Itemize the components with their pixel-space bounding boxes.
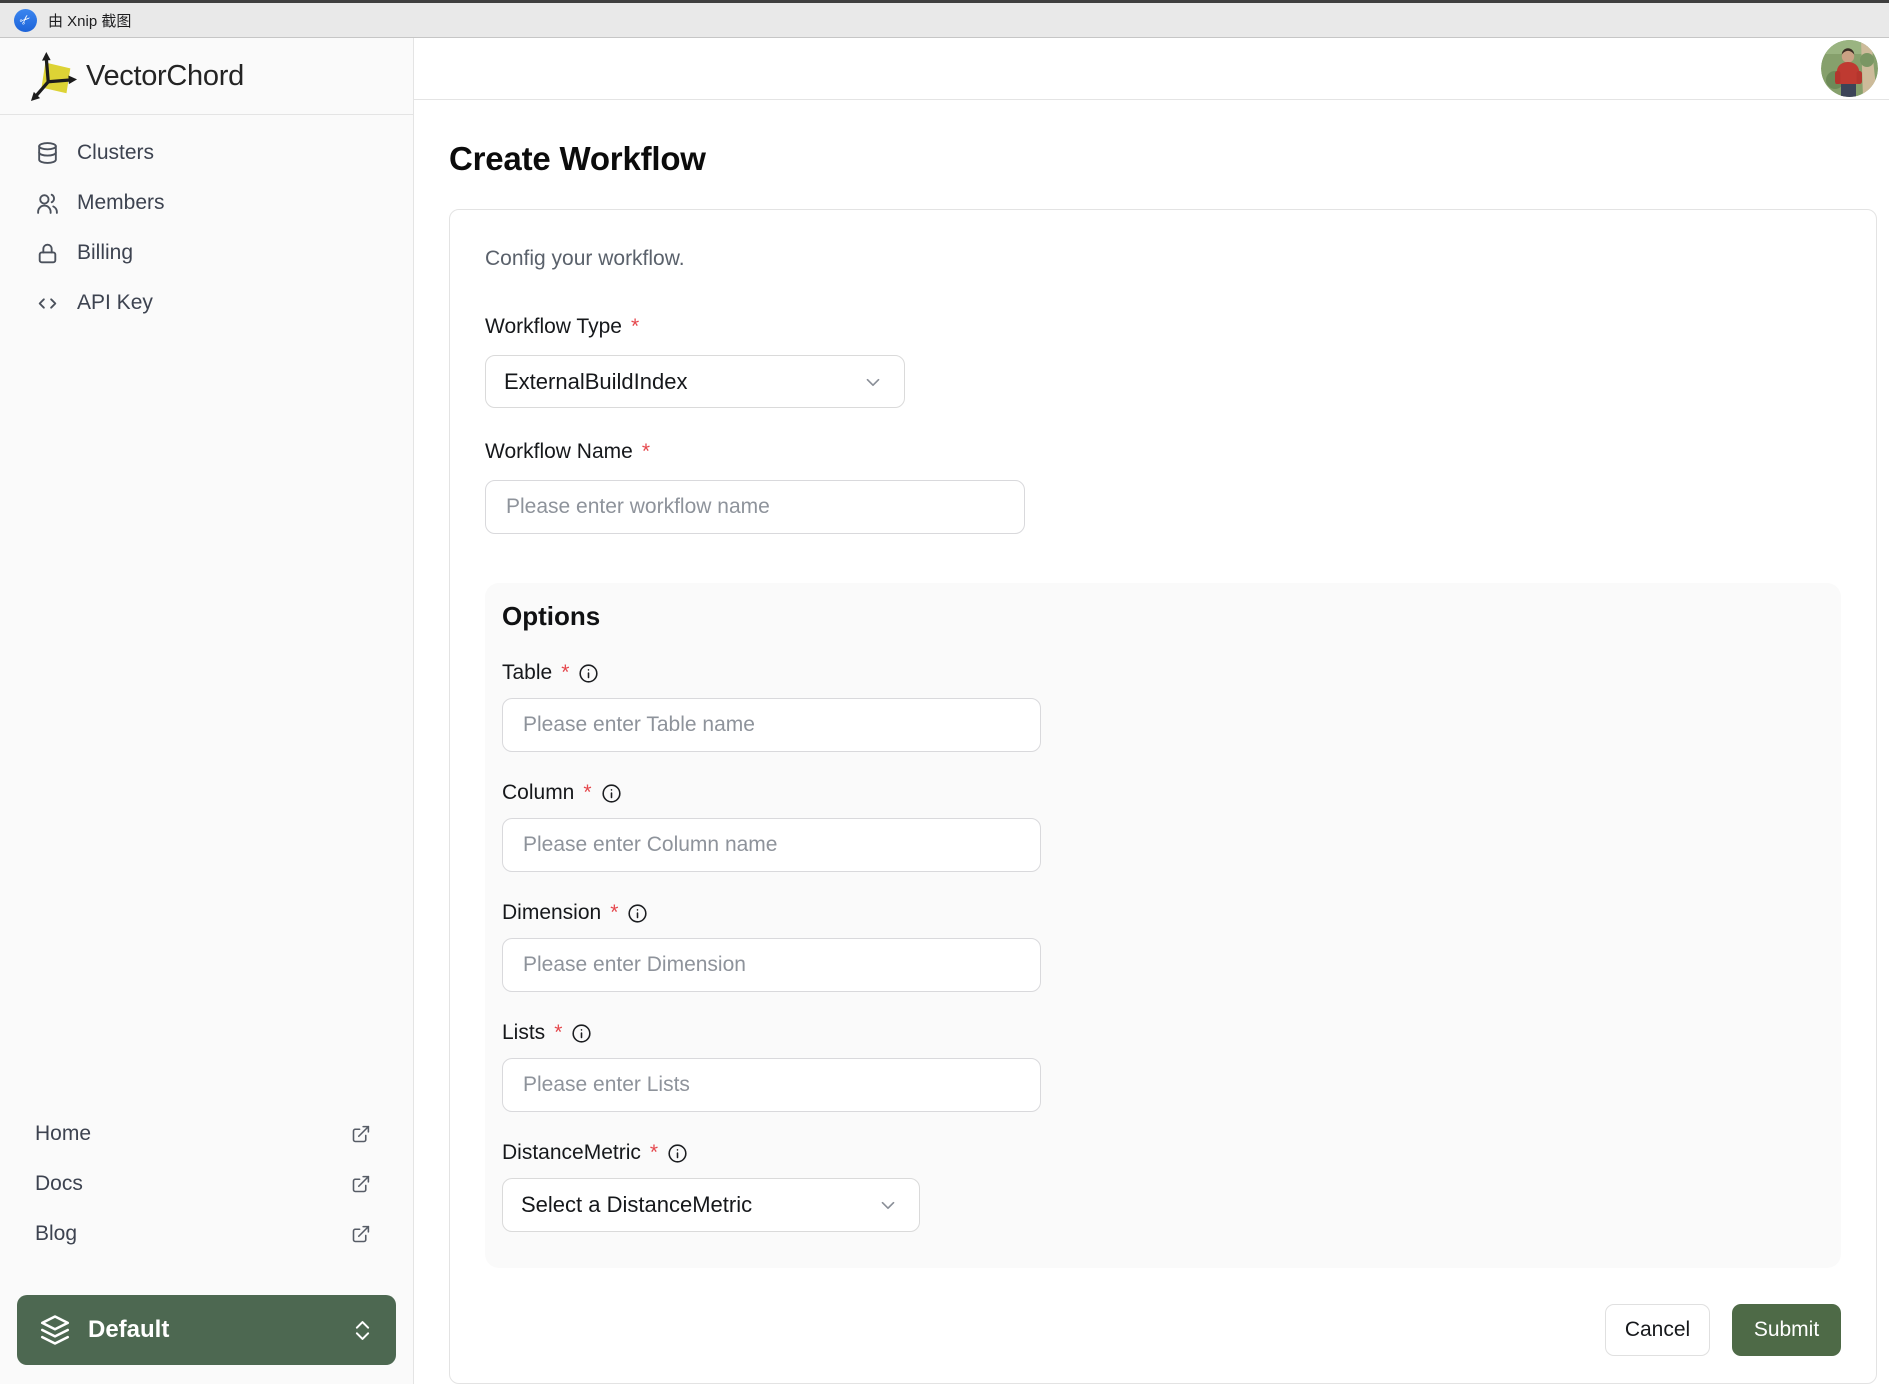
- workflow-type-value: ExternalBuildIndex: [504, 368, 688, 394]
- required-marker: *: [561, 661, 570, 684]
- distance-metric-field-group: DistanceMetric * Select a DistanceMetric: [502, 1141, 1823, 1232]
- external-link-icon: [352, 1125, 370, 1142]
- workflow-name-input[interactable]: [485, 480, 1025, 534]
- workflow-form-card: Config your workflow. Workflow Type * Ext…: [449, 209, 1877, 1384]
- options-title: Options: [502, 601, 601, 631]
- sidebar-link-docs[interactable]: Docs: [0, 1159, 413, 1209]
- required-marker: *: [610, 901, 619, 924]
- sidebar-item-label: API Key: [77, 291, 153, 314]
- table-label: Table *: [502, 661, 599, 685]
- sidebar-external-links: Home Docs Blog: [0, 1109, 413, 1259]
- sidebar-item-clusters[interactable]: Clusters: [0, 128, 413, 178]
- users-icon: [37, 193, 58, 214]
- info-icon[interactable]: [667, 1143, 688, 1164]
- distance-metric-value: Select a DistanceMetric: [521, 1192, 753, 1217]
- sidebar-link-label: Blog: [35, 1222, 78, 1245]
- page-title: Create Workflow: [449, 140, 706, 177]
- lists-input[interactable]: [502, 1058, 1041, 1112]
- layers-icon: [40, 1315, 70, 1345]
- info-icon[interactable]: [627, 903, 648, 924]
- distance-metric-select[interactable]: Select a DistanceMetric: [502, 1178, 920, 1232]
- distance-metric-label: DistanceMetric *: [502, 1141, 688, 1165]
- workflow-type-label: Workflow Type *: [485, 315, 640, 338]
- main-area: Create Workflow Config your workflow. Wo…: [414, 38, 1889, 1384]
- sidebar-item-billing[interactable]: Billing: [0, 228, 413, 278]
- project-switcher-default[interactable]: Default: [17, 1295, 396, 1365]
- sidebar-link-home[interactable]: Home: [0, 1109, 413, 1159]
- column-input[interactable]: [502, 818, 1041, 872]
- info-icon[interactable]: [571, 1023, 592, 1044]
- chevron-down-icon: [866, 378, 880, 386]
- column-label: Column *: [502, 781, 622, 805]
- form-actions: Cancel Submit: [485, 1304, 1841, 1356]
- workflow-type-select[interactable]: ExternalBuildIndex: [485, 355, 905, 408]
- table-field-group: Table *: [502, 661, 1823, 752]
- required-marker: *: [641, 440, 650, 463]
- sidebar-item-label: Billing: [77, 241, 134, 264]
- sidebar-item-members[interactable]: Members: [0, 178, 413, 228]
- workflow-name-label: Workflow Name *: [485, 440, 650, 463]
- avatar-photo: [1821, 40, 1878, 97]
- lock-icon: [38, 243, 57, 263]
- lists-field-group: Lists *: [502, 1021, 1823, 1112]
- watermark-bar: ✂ 由 Xnip 截图: [0, 0, 1889, 38]
- lists-label: Lists *: [502, 1021, 592, 1045]
- column-field-group: Column *: [502, 781, 1823, 872]
- sidebar-item-api-key[interactable]: API Key: [0, 278, 413, 328]
- submit-button[interactable]: Submit: [1732, 1304, 1841, 1356]
- dimension-field-group: Dimension *: [502, 901, 1823, 992]
- sidebar-item-label: Clusters: [77, 141, 155, 164]
- brand-logo: VectorChord: [30, 50, 244, 102]
- required-marker: *: [630, 315, 640, 338]
- scissors-icon: ✂: [14, 8, 37, 32]
- brand-name: VectorChord: [86, 59, 244, 92]
- sidebar-header: VectorChord: [0, 38, 413, 115]
- watermark-text: 由 Xnip 截图: [48, 12, 132, 30]
- cancel-button[interactable]: Cancel: [1605, 1304, 1710, 1356]
- page-content: Create Workflow Config your workflow. Wo…: [414, 100, 1889, 1384]
- chevrons-up-down-icon: [355, 1320, 370, 1340]
- sidebar: VectorChord Clusters Members Billing API…: [0, 38, 414, 1384]
- sidebar-nav: Clusters Members Billing API Key: [0, 115, 413, 1109]
- chevron-down-icon: [881, 1201, 895, 1210]
- sidebar-link-label: Home: [35, 1122, 92, 1145]
- main-header: [414, 38, 1889, 100]
- sidebar-link-label: Docs: [35, 1172, 83, 1195]
- required-marker: *: [649, 1141, 659, 1164]
- required-marker: *: [554, 1021, 563, 1044]
- info-icon[interactable]: [578, 663, 599, 684]
- vectorchord-logo-icon: [30, 52, 78, 101]
- dimension-input[interactable]: [502, 938, 1041, 992]
- required-marker: *: [583, 781, 592, 804]
- table-input[interactable]: [502, 698, 1041, 752]
- external-link-icon: [352, 1225, 370, 1242]
- info-icon[interactable]: [601, 783, 622, 804]
- external-link-icon: [352, 1175, 370, 1192]
- database-icon: [38, 141, 57, 164]
- options-section: Options Table* Column*: [485, 583, 1841, 1268]
- project-switcher-label: Default: [88, 1316, 170, 1343]
- code-icon: [38, 297, 57, 309]
- sidebar-item-label: Members: [77, 191, 165, 214]
- sidebar-link-blog[interactable]: Blog: [0, 1209, 413, 1259]
- form-description: Config your workflow.: [485, 247, 685, 270]
- dimension-label: Dimension *: [502, 901, 648, 925]
- user-avatar[interactable]: [1821, 40, 1878, 97]
